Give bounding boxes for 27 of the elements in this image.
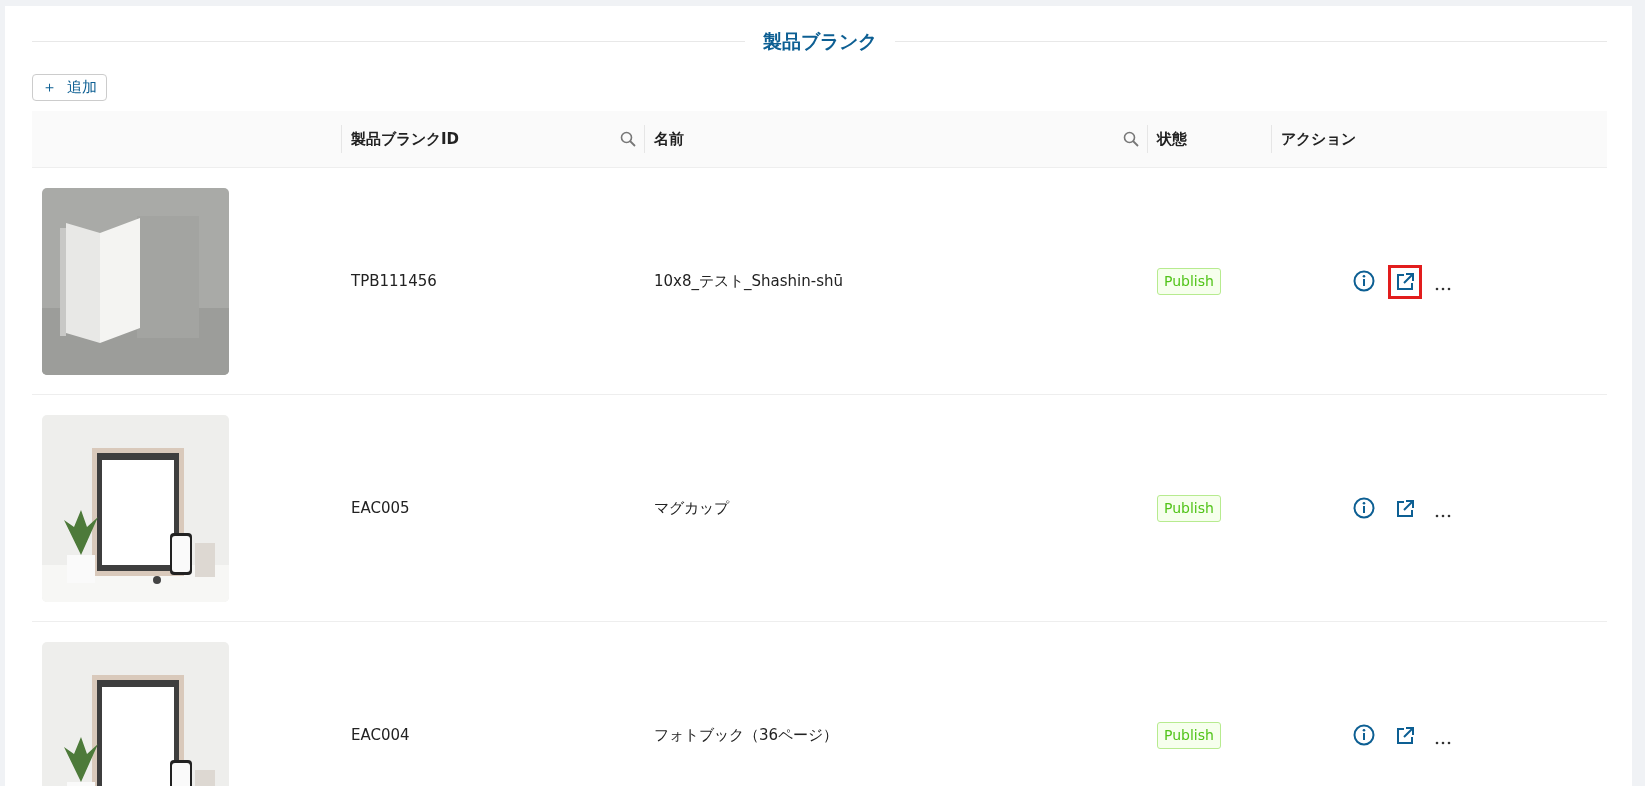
- more-icon: [1435, 740, 1451, 746]
- external-link-icon: [1395, 726, 1415, 746]
- search-icon[interactable]: [1123, 130, 1139, 147]
- table-cell: マグカップ: [644, 394, 1147, 622]
- column-header: 製品ブランクID: [351, 129, 460, 148]
- add-button[interactable]: ＋ 追加: [32, 74, 107, 101]
- info-icon: [1353, 497, 1375, 519]
- external-link-button[interactable]: [1388, 265, 1422, 299]
- external-link-icon: [1395, 272, 1415, 292]
- table-cell: EAC004: [341, 621, 644, 786]
- status-tag: Publish: [1157, 267, 1221, 295]
- column-header: アクション: [1281, 129, 1356, 148]
- table-cell: EAC005: [341, 394, 644, 622]
- table-cell: 10x8_テスト_Shashin-shū: [644, 167, 1147, 395]
- info-icon: [1353, 724, 1375, 746]
- status-tag: Publish: [1157, 494, 1221, 522]
- more-icon: [1435, 513, 1451, 519]
- table-cell: フォトブック（36ページ）: [644, 621, 1147, 786]
- column-header: 状態: [1157, 129, 1187, 148]
- page-title: 製品ブランク: [762, 28, 877, 54]
- info-icon: [1353, 270, 1375, 292]
- external-link-icon: [1395, 499, 1415, 519]
- status-tag: Publish: [1157, 721, 1221, 749]
- column-header: 名前: [654, 129, 684, 148]
- table-cell: TPB111456: [341, 167, 644, 395]
- search-icon[interactable]: [620, 130, 636, 147]
- more-icon: [1435, 286, 1451, 292]
